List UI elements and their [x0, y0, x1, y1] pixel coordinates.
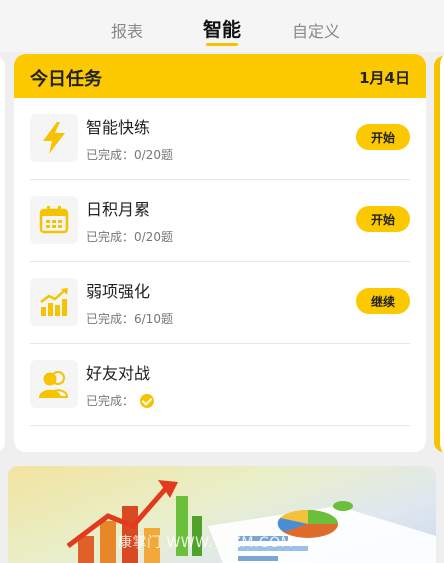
- task-progress: 已完成：: [86, 392, 155, 409]
- continue-button[interactable]: 继续: [356, 288, 410, 314]
- friends-icon: [30, 360, 78, 408]
- watermark-text: 康掌门 WWW.YSZM.COM: [118, 535, 294, 551]
- check-icon: [140, 393, 155, 408]
- card-date: 1月4日: [359, 69, 410, 87]
- task-name: 智能快练: [86, 118, 151, 137]
- start-button[interactable]: 开始: [356, 124, 410, 150]
- card-header: 今日任务 1月4日: [14, 54, 426, 98]
- task-name: 弱项强化: [86, 282, 151, 301]
- tab-smart[interactable]: 智能: [203, 15, 241, 42]
- task-progress-text: 已完成：: [86, 394, 135, 408]
- task-item-weakness-training[interactable]: 弱项强化 已完成：6/10题 继续: [30, 262, 410, 344]
- previous-card-peek[interactable]: [0, 56, 5, 452]
- tab-custom[interactable]: 自定义: [292, 18, 340, 42]
- task-progress: 已完成：6/10题: [86, 312, 173, 326]
- top-tab-bar: 报表 智能 自定义: [0, 0, 444, 52]
- task-name: 日积月累: [86, 200, 151, 219]
- calendar-icon: [30, 196, 78, 244]
- lightning-icon: [30, 114, 78, 162]
- task-item-daily-accumulate[interactable]: 日积月累 已完成：0/20题 开始: [30, 180, 410, 262]
- tab-report[interactable]: 报表: [111, 18, 143, 42]
- next-card-peek[interactable]: [434, 56, 444, 452]
- task-progress: 已完成：0/20题: [86, 148, 173, 162]
- start-button[interactable]: 开始: [356, 206, 410, 232]
- active-tab-indicator: [206, 43, 238, 46]
- task-name: 好友对战: [86, 364, 151, 383]
- growth-chart-icon: [30, 278, 78, 326]
- task-item-friend-battle[interactable]: 好友对战 已完成：: [30, 344, 410, 426]
- task-progress: 已完成：0/20题: [86, 230, 173, 244]
- daily-tasks-card: 今日任务 1月4日 智能快练 已完成：0/20题 开始 日积月累 已完成：0/2…: [14, 54, 426, 452]
- task-item-smart-practice[interactable]: 智能快练 已完成：0/20题 开始: [30, 98, 410, 180]
- card-title: 今日任务: [30, 69, 102, 90]
